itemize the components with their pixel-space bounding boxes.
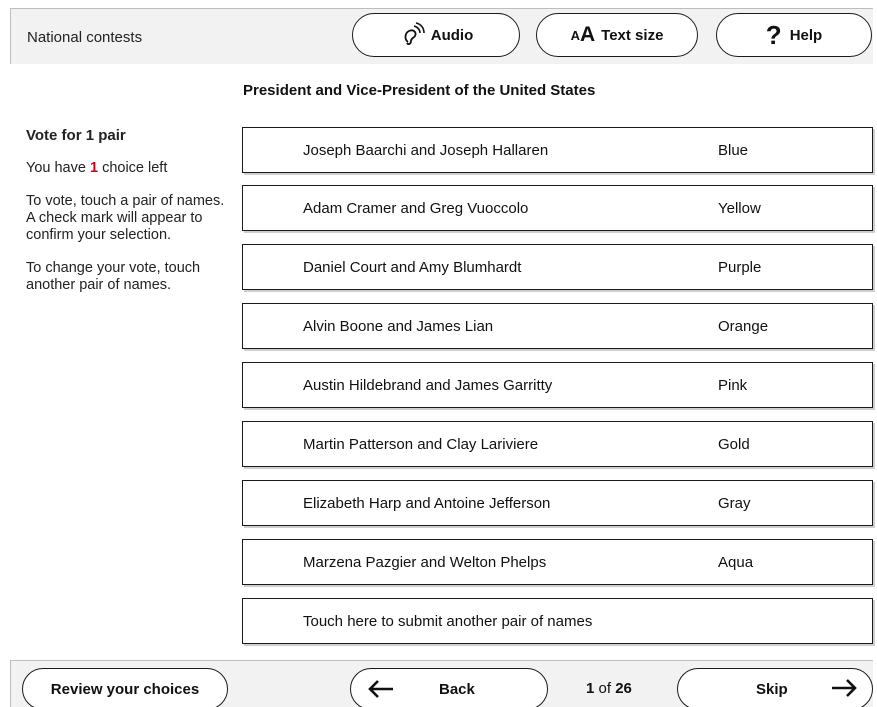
help-button[interactable]: ? Help [716,13,872,57]
audio-button[interactable]: Audio [352,13,520,57]
back-button[interactable]: Back [350,668,548,707]
page-indicator: 1 of 26 [586,680,632,697]
write-in-option[interactable]: Touch here to submit another pair of nam… [242,598,873,644]
choices-prefix: You have [26,160,90,176]
candidate-names: Elizabeth Harp and Antoine Jefferson [303,495,551,512]
text-size-small-a: A [570,27,580,43]
skip-button[interactable]: Skip [677,668,873,707]
candidate-option[interactable]: Austin Hildebrand and James Garritty Pin… [242,362,873,408]
candidate-option[interactable]: Joseph Baarchi and Joseph Hallaren Blue [242,127,873,173]
question-mark-icon: ? [765,20,782,50]
text-size-big-a: A [579,23,596,46]
candidate-option[interactable]: Martin Patterson and Clay Lariviere Gold [242,421,873,467]
candidate-party: Aqua [718,554,754,571]
ear-icon [399,22,425,48]
candidate-names: Adam Cramer and Greg Vuoccolo [303,200,529,217]
choices-count: 1 [89,160,99,176]
choices-suffix: choice left [98,160,168,176]
arrow-left-icon [367,679,395,699]
vote-instructions: To vote, touch a pair of names. A check … [26,193,225,243]
candidate-option[interactable]: Alvin Boone and James Lian Orange [242,303,873,349]
candidate-names: Austin Hildebrand and James Garritty [303,377,553,394]
arrow-right-icon [830,678,858,698]
candidate-names: Alvin Boone and James Lian [303,318,494,335]
candidate-party: Pink [718,377,748,394]
candidate-names: Joseph Baarchi and Joseph Hallaren [303,142,549,159]
candidate-party: Gold [718,436,750,453]
section-title: National contests [27,29,143,46]
help-label: Help [789,26,823,44]
audio-label: Audio [430,26,474,44]
candidate-party: Blue [718,142,749,159]
candidate-party: Gray [718,495,751,512]
page-of: of [594,680,616,697]
candidate-party: Purple [718,259,762,276]
review-choices-button[interactable]: Review your choices [22,668,228,707]
text-size-button[interactable]: A A Text size [536,13,698,57]
candidate-names: Martin Patterson and Clay Lariviere [303,436,539,453]
candidate-party: Yellow [718,200,761,217]
change-vote-instructions: To change your vote, touch another pair … [26,260,201,293]
text-size-label: Text size [601,26,664,44]
candidate-option[interactable]: Elizabeth Harp and Antoine Jefferson Gra… [242,480,873,526]
instructions-panel: Vote for 1 pair You have 1 choice left T… [26,127,226,310]
contest-title: President and Vice-President of the Unit… [243,82,596,99]
write-in-label: Touch here to submit another pair of nam… [303,613,593,630]
skip-label: Skip [756,680,788,698]
candidate-option[interactable]: Daniel Court and Amy Blumhardt Purple [242,244,873,290]
candidate-names: Daniel Court and Amy Blumhardt [303,259,522,276]
back-label: Back [439,680,475,698]
candidate-option[interactable]: Adam Cramer and Greg Vuoccolo Yellow [242,185,873,231]
review-label: Review your choices [50,680,200,698]
vote-for-heading: Vote for 1 pair [26,127,126,144]
candidate-names: Marzena Pazgier and Welton Phelps [303,554,547,571]
choices-left: You have 1 choice left [26,160,226,177]
candidate-party: Orange [718,318,769,335]
page-total: 26 [615,680,632,697]
candidate-option[interactable]: Marzena Pazgier and Welton Phelps Aqua [242,539,873,585]
